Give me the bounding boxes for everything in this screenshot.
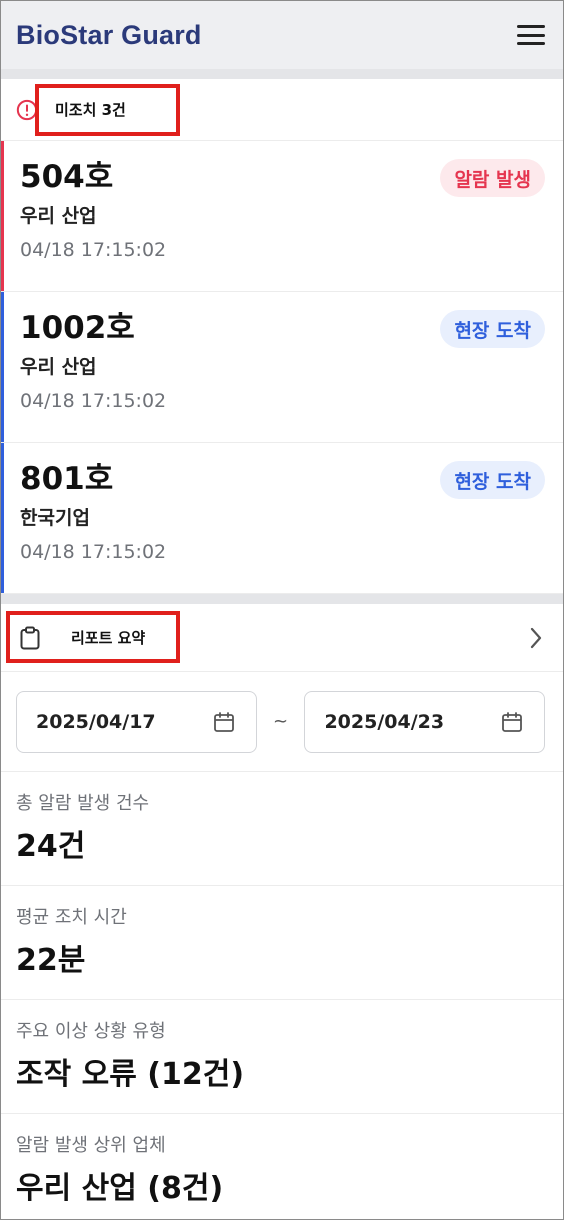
date-range: 2025/04/17 ~ 2025/04/23 (1, 672, 563, 772)
hamburger-menu-icon[interactable] (517, 23, 545, 47)
calendar-icon (502, 711, 522, 732)
stat-item: 총 알람 발생 건수 24건 (1, 772, 563, 886)
alarm-card[interactable]: 801호 한국기업 04/18 17:15:02 현장 도착 (1, 443, 563, 594)
unhandled-count: 미조치 3건 (55, 101, 126, 119)
company-name: 한국기업 (20, 507, 90, 529)
stat-value: 조작 오류 (12건) (16, 1057, 245, 1092)
alarm-card[interactable]: 1002호 우리 산업 04/18 17:15:02 현장 도착 (1, 292, 563, 443)
stat-label: 알람 발생 상위 업체 (16, 1135, 166, 1156)
app-screen: BioStar Guard 미조치 3건 504호 우리 산업 04/18 17… (0, 0, 564, 1220)
stat-item: 평균 조치 시간 22분 (1, 886, 563, 1000)
clipboard-icon (20, 626, 40, 649)
stat-item: 알람 발생 상위 업체 우리 산업 (8건) (1, 1114, 563, 1219)
status-badge: 알람 발생 (440, 159, 545, 197)
stat-label: 총 알람 발생 건수 (16, 793, 150, 814)
stat-label: 주요 이상 상황 유형 (16, 1021, 166, 1042)
stat-value: 우리 산업 (8건) (16, 1171, 224, 1206)
status-badge: 현장 도착 (440, 310, 545, 348)
section-divider (1, 69, 563, 79)
chevron-right-icon[interactable] (529, 627, 543, 649)
app-header: BioStar Guard (1, 1, 563, 69)
alarm-card[interactable]: 504호 우리 산업 04/18 17:15:02 알람 발생 (1, 141, 563, 292)
report-summary-title: 리포트 요약 (71, 629, 146, 647)
stat-label: 평균 조치 시간 (16, 907, 127, 928)
stat-value: 24건 (16, 829, 86, 864)
app-title: BioStar Guard (16, 19, 202, 50)
company-name: 우리 산업 (20, 356, 97, 378)
end-date-value: 2025/04/23 (324, 710, 445, 733)
status-badge: 현장 도착 (440, 461, 545, 499)
alarm-list: 504호 우리 산업 04/18 17:15:02 알람 발생 1002호 우리… (1, 141, 563, 594)
alarm-stripe (1, 141, 4, 291)
alarm-stripe (1, 292, 4, 442)
alarm-time: 04/18 17:15:02 (20, 390, 167, 412)
alarm-stripe (1, 443, 4, 593)
alarm-time: 04/18 17:15:02 (20, 239, 167, 261)
unhandled-header: 미조치 3건 (1, 79, 563, 141)
alarm-time: 04/18 17:15:02 (20, 541, 167, 563)
alert-circle-icon (16, 99, 38, 120)
end-date-field[interactable]: 2025/04/23 (304, 690, 545, 753)
stat-value: 22분 (16, 943, 86, 978)
company-name: 우리 산업 (20, 205, 97, 227)
date-separator: ~ (272, 711, 289, 732)
report-stats: 총 알람 발생 건수 24건 평균 조치 시간 22분 주요 이상 상황 유형 … (1, 772, 563, 1219)
report-summary-header[interactable]: 리포트 요약 (1, 604, 563, 672)
section-divider (1, 594, 563, 604)
stat-item: 주요 이상 상황 유형 조작 오류 (12건) (1, 1000, 563, 1114)
calendar-icon (213, 711, 234, 732)
start-date-value: 2025/04/17 (36, 710, 156, 733)
start-date-field[interactable]: 2025/04/17 (16, 690, 257, 753)
